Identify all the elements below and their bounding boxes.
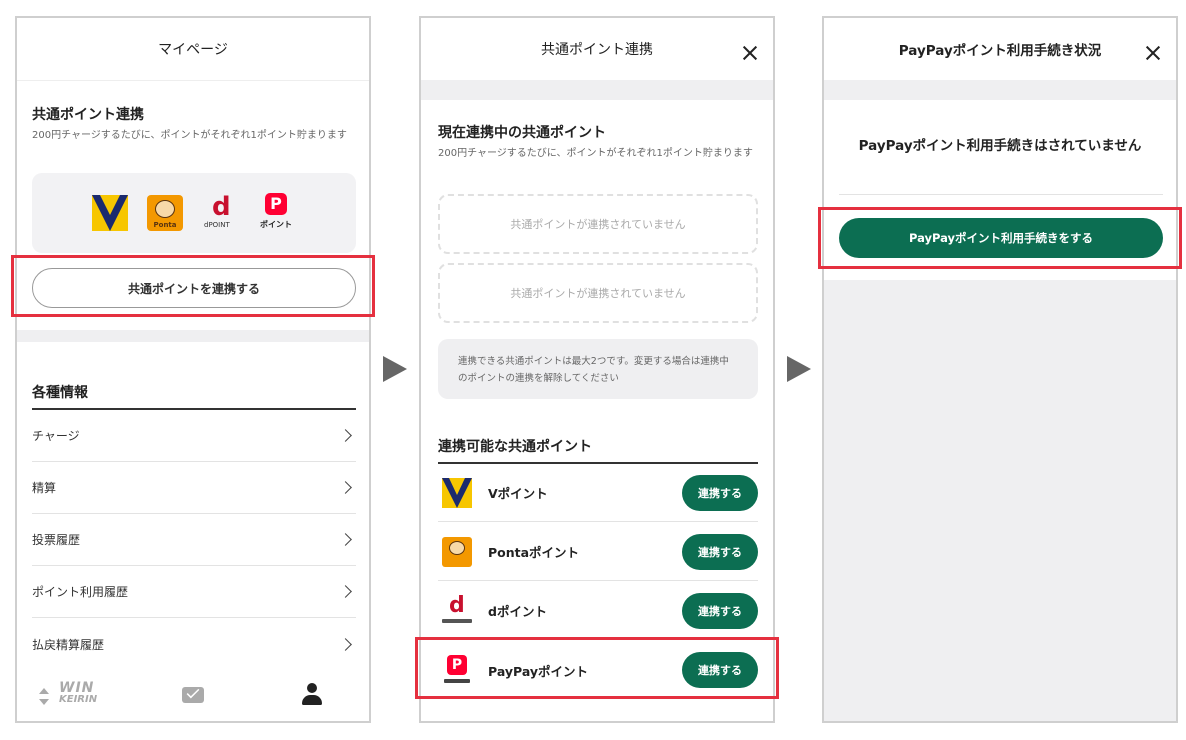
- link-limit-note: 連携できる共通ポイントは最大2つです。変更する場合は連携中のポイントの連携を解除…: [438, 339, 758, 399]
- menu-item-settlement[interactable]: 精算: [32, 462, 356, 514]
- common-points-heading: 共通ポイント連携: [32, 107, 144, 123]
- status-divider: [839, 194, 1163, 195]
- v-point-icon: [442, 477, 472, 508]
- point-row-d: d dポイント 連携する: [438, 582, 758, 640]
- flow-arrow-icon: [787, 356, 811, 382]
- info-heading: 各種情報: [32, 385, 88, 401]
- empty-slot-1: 共通ポイントが連携されていません: [438, 194, 758, 254]
- mypage-screen: マイページ 共通ポイント連携 200円チャージするたびに、ポイントがそれぞれ1ポ…: [15, 16, 371, 723]
- menu-item-label: チャージ: [32, 429, 80, 443]
- chevron-right-icon: [339, 585, 352, 598]
- v-point-logo: [92, 195, 128, 231]
- common-points-link-screen: 共通ポイント連携 現在連携中の共通ポイント 200円チャージするたびに、ポイント…: [419, 16, 775, 723]
- point-row-v: Vポイント 連携する: [438, 464, 758, 522]
- section-divider: [17, 330, 369, 342]
- close-icon[interactable]: [1146, 46, 1160, 60]
- ponta-logo: Ponta: [147, 195, 183, 231]
- common-points-description: 200円チャージするたびに、ポイントがそれぞれ1ポイント貯まります: [32, 130, 347, 141]
- highlight-procedure-button: [818, 207, 1182, 269]
- menu-item-label: 精算: [32, 481, 57, 495]
- flow-arrow-icon: [383, 356, 407, 382]
- user-icon[interactable]: [301, 683, 323, 707]
- menu-item-point-history[interactable]: ポイント利用履歴: [32, 566, 356, 618]
- d-point-icon: d: [442, 593, 472, 626]
- bottom-tab-bar: WIN KEIRIN: [17, 676, 369, 721]
- procedure-status-text: PayPayポイント利用手続きはされていません: [858, 138, 1142, 154]
- win-keirin-logo[interactable]: WIN KEIRIN: [59, 681, 97, 706]
- d-point-logo: d dPOINT: [204, 192, 231, 229]
- paypay-point-logo: P ポイント: [260, 193, 292, 229]
- menu-item-bet-history[interactable]: 投票履歴: [32, 514, 356, 566]
- chevron-right-icon: [339, 481, 352, 494]
- header-divider: [17, 80, 369, 81]
- page-title: マイページ: [158, 42, 228, 58]
- page-title: PayPayポイント利用手続き状況: [898, 43, 1102, 59]
- close-icon[interactable]: [743, 46, 757, 60]
- page-title: 共通ポイント連携: [541, 42, 653, 58]
- ponta-icon: [442, 536, 472, 567]
- point-name: Vポイント: [488, 486, 548, 501]
- empty-area: [824, 280, 1176, 721]
- available-points-heading: 連携可能な共通ポイント: [438, 439, 592, 455]
- menu-item-label: 払戻精算履歴: [32, 637, 105, 652]
- empty-slot-2: 共通ポイントが連携されていません: [438, 263, 758, 323]
- sort-icon[interactable]: [39, 686, 49, 708]
- link-ponta-button[interactable]: 連携する: [682, 533, 758, 570]
- chevron-right-icon: [339, 533, 352, 546]
- point-name: dポイント: [488, 604, 547, 619]
- point-name: Pontaポイント: [488, 545, 580, 560]
- header-band: [824, 80, 1176, 100]
- chevron-right-icon: [339, 637, 352, 651]
- highlight-paypay-row: [415, 637, 779, 699]
- mail-icon[interactable]: [182, 685, 204, 703]
- current-points-heading: 現在連携中の共通ポイント: [438, 125, 606, 141]
- chevron-right-icon: [339, 429, 352, 442]
- link-d-point-button[interactable]: 連携する: [682, 592, 758, 629]
- menu-item-charge[interactable]: チャージ: [32, 410, 356, 462]
- link-v-point-button[interactable]: 連携する: [682, 474, 758, 511]
- current-points-description: 200円チャージするたびに、ポイントがそれぞれ1ポイント貯まります: [438, 148, 753, 159]
- header-band: [421, 80, 773, 100]
- point-logos-box: Ponta d dPOINT P ポイント: [32, 173, 356, 253]
- highlight-link-button: [11, 255, 375, 317]
- paypay-procedure-screen: PayPayポイント利用手続き状況 PayPayポイント利用手続きはされていませ…: [822, 16, 1178, 723]
- menu-item-refund-history[interactable]: 払戻精算履歴: [32, 618, 356, 670]
- menu-item-label: 投票履歴: [32, 533, 81, 547]
- point-row-ponta: Pontaポイント 連携する: [438, 523, 758, 581]
- menu-item-label: ポイント利用履歴: [32, 585, 129, 599]
